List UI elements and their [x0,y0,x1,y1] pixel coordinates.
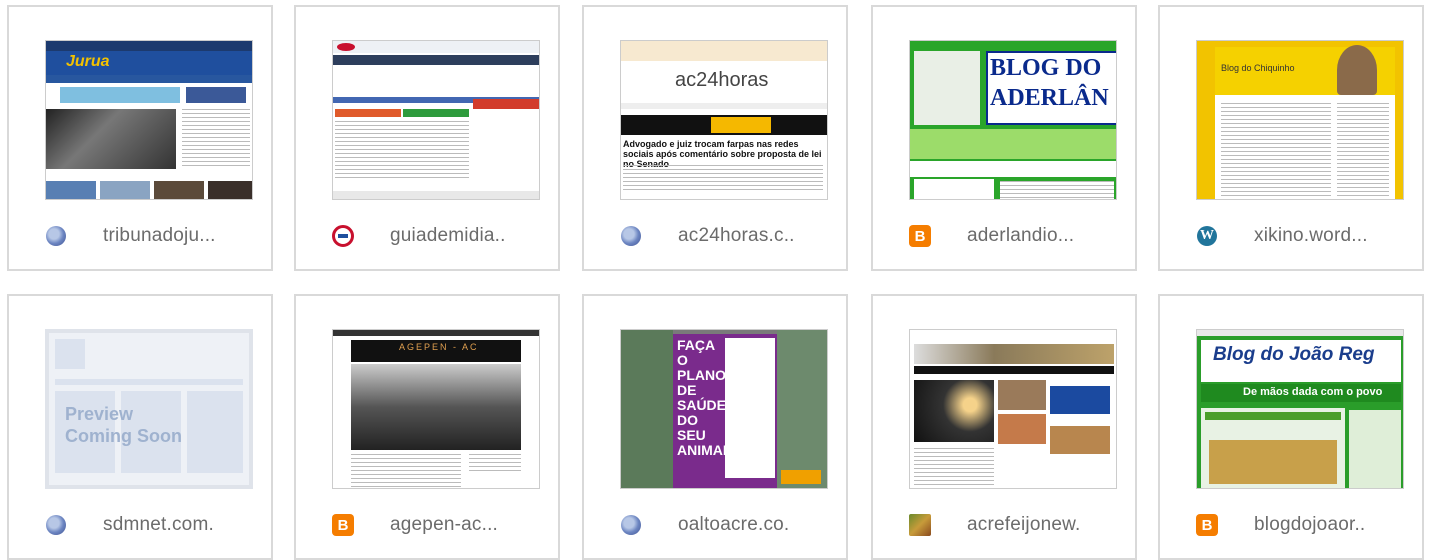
thumb-title: ac24horas [675,69,769,91]
thumb-title: Blog do João Reg [1213,344,1375,365]
site-thumbnail: ac24horas Advogado e juiz trocam farpas … [620,40,828,200]
site-domain: oaltoacre.co. [678,514,790,535]
site-domain: blogdojoaor.. [1254,514,1366,535]
site-grid: Jurua tribunadoju... guiademidia.. ac24h… [0,0,1437,560]
site-domain: agepen-ac... [390,514,499,535]
site-domain: guiademidia.. [390,225,506,246]
site-card[interactable]: guiademidia.. [294,5,560,271]
thumb-title: BLOG DO ADERLÂN [990,55,1109,111]
site-domain: tribunadoju... [103,225,216,246]
wordpress-icon: W [1196,225,1218,247]
thumb-title: Preview Coming Soon [65,404,182,446]
guia-icon [332,225,354,247]
globe-icon [45,514,67,536]
site-card[interactable]: BLOG DO ADERLÂN B aderlandio... [871,5,1137,271]
site-thumbnail: FAÇA O PLANO DE SAÚDE DO SEU ANIMAL [620,329,828,489]
thumb-title: Blog do Chiquinho [1221,63,1295,73]
site-domain: xikino.word... [1254,225,1368,246]
site-thumbnail: Jurua [45,40,253,200]
globe-icon [620,225,642,247]
site-thumbnail: Preview Coming Soon [45,329,253,489]
thumb-title: Jurua [66,53,110,70]
thumb-title: FAÇA O PLANO DE SAÚDE DO SEU ANIMAL [677,337,732,458]
site-card[interactable]: Blog do João Reg De mãos dada com o povo… [1158,294,1424,560]
site-thumbnail [909,329,1117,489]
photo-icon [909,514,931,536]
site-card[interactable]: Blog do Chiquinho W xikino.word... [1158,5,1424,271]
site-card[interactable]: FAÇA O PLANO DE SAÚDE DO SEU ANIMAL oalt… [582,294,848,560]
blogger-icon: B [332,514,354,536]
globe-icon [45,225,67,247]
site-card[interactable]: AGEPEN - AC B agepen-ac... [294,294,560,560]
site-thumbnail: BLOG DO ADERLÂN [909,40,1117,200]
site-domain: sdmnet.com. [103,514,214,535]
blogger-icon: B [1196,514,1218,536]
site-thumbnail: AGEPEN - AC [332,329,540,489]
site-thumbnail [332,40,540,200]
site-card[interactable]: acrefeijonew. [871,294,1137,560]
site-thumbnail: Blog do João Reg De mãos dada com o povo [1196,329,1404,489]
thumb-title: AGEPEN - AC [399,342,479,352]
site-thumbnail: Blog do Chiquinho [1196,40,1404,200]
site-card[interactable]: ac24horas Advogado e juiz trocam farpas … [582,5,848,271]
thumb-subtitle: De mãos dada com o povo [1243,386,1383,398]
site-domain: aderlandio... [967,225,1075,246]
site-card[interactable]: Preview Coming Soon sdmnet.com. [7,294,273,560]
globe-icon [620,514,642,536]
blogger-icon: B [909,225,931,247]
site-card[interactable]: Jurua tribunadoju... [7,5,273,271]
site-domain: acrefeijonew. [967,514,1081,535]
site-domain: ac24horas.c.. [678,225,795,246]
